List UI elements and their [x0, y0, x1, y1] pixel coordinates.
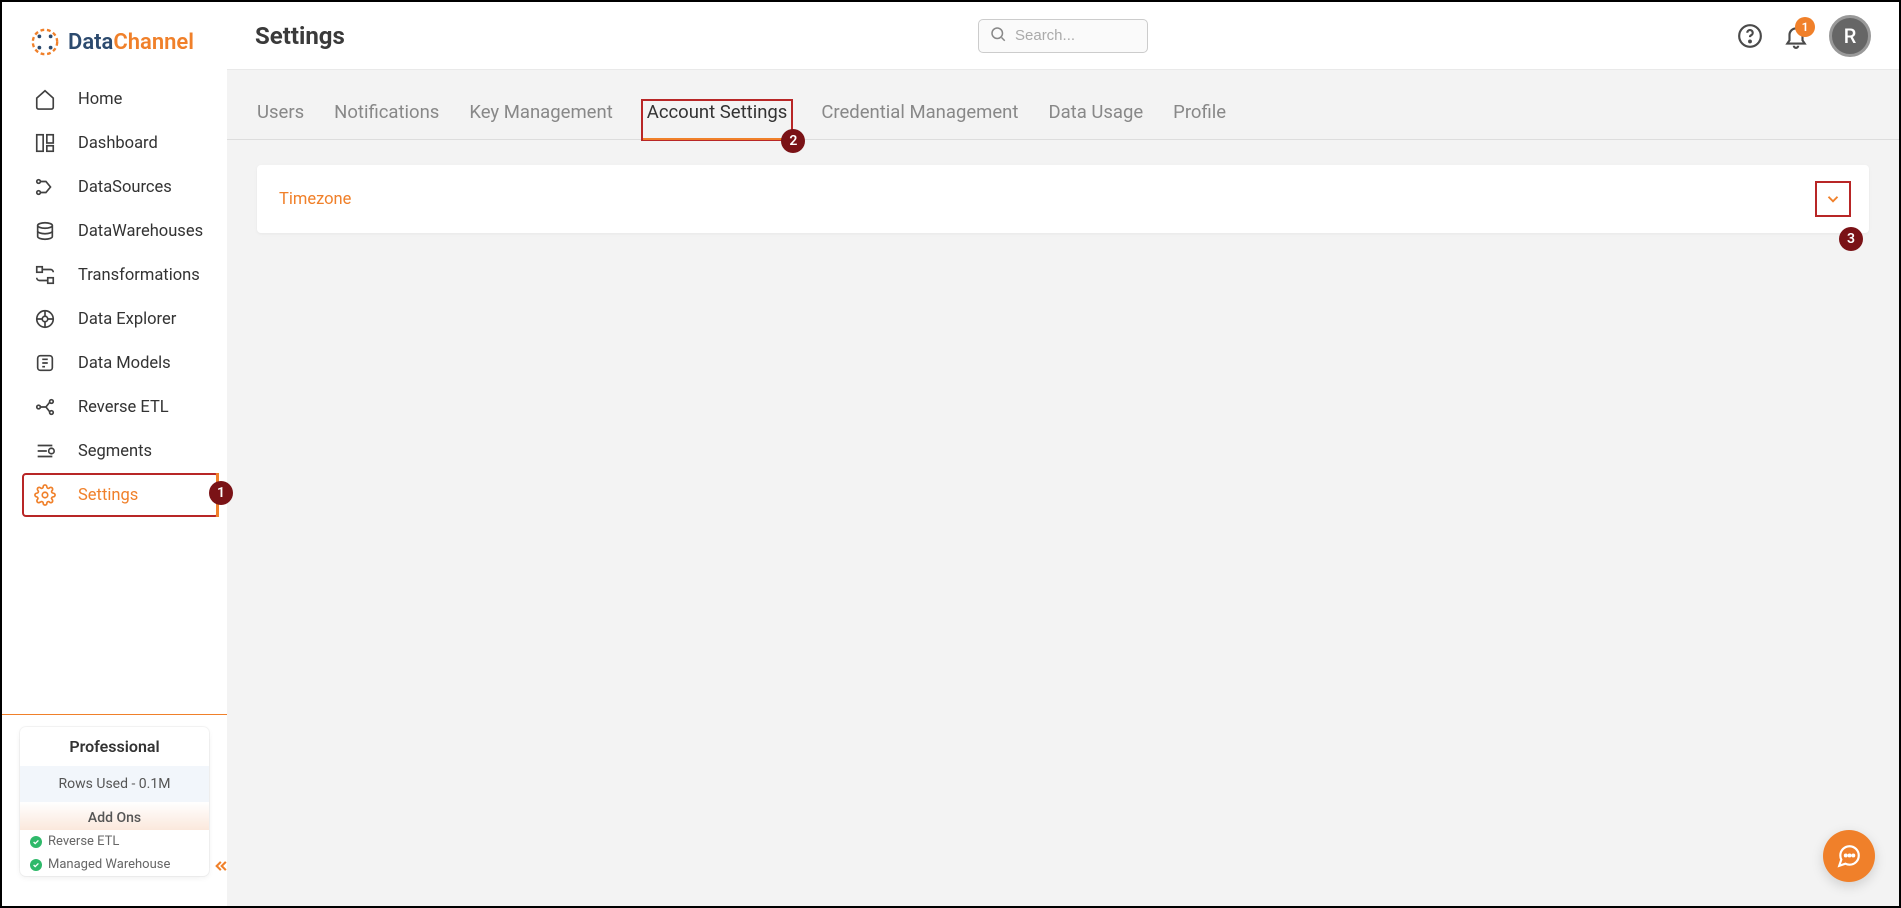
tab-key-management[interactable]: Key Management: [469, 101, 612, 139]
sidebar-item-label: DataWarehouses: [78, 222, 203, 241]
page-title: Settings: [255, 22, 345, 50]
plan-card: Professional Rows Used - 0.1M Add Ons Re…: [20, 727, 209, 876]
sidebar-item-label: Settings: [78, 486, 138, 505]
plan-addon-row: Reverse ETL: [20, 830, 209, 853]
accordion-title: Timezone: [279, 190, 351, 209]
tab-account-settings[interactable]: Account Settings 2: [643, 101, 792, 139]
search-wrap: [978, 19, 1148, 53]
check-icon: [30, 859, 42, 871]
plan-addon-row: Managed Warehouse: [20, 853, 209, 876]
sidebar: DataChannel Home Dashboard DataSources D…: [2, 2, 227, 906]
sidebar-item-label: Dashboard: [78, 134, 158, 153]
segments-icon: [34, 440, 56, 462]
bell-icon[interactable]: 1: [1783, 23, 1809, 49]
tab-label: Notifications: [334, 101, 439, 123]
transformations-icon: [34, 264, 56, 286]
callout-1: 1: [209, 481, 233, 505]
callout-3: 3: [1839, 227, 1863, 251]
reverse-etl-icon: [34, 396, 56, 418]
brand-logo-text: DataChannel: [68, 30, 194, 55]
addon-label: Reverse ETL: [48, 834, 119, 849]
brand-logo-icon: [30, 27, 60, 57]
sidebar-item-transformations[interactable]: Transformations: [2, 253, 227, 297]
search-input[interactable]: [1015, 27, 1137, 44]
sidebar-item-label: Reverse ETL: [78, 398, 169, 417]
sidebar-item-label: Transformations: [78, 266, 200, 285]
data-explorer-icon: [34, 308, 56, 330]
sidebar-item-label: Data Explorer: [78, 310, 176, 329]
timezone-accordion[interactable]: Timezone 3: [257, 165, 1869, 233]
help-icon[interactable]: [1737, 23, 1763, 49]
tab-profile[interactable]: Profile: [1173, 101, 1226, 139]
search-icon: [989, 25, 1007, 47]
sidebar-item-home[interactable]: Home: [2, 77, 227, 121]
datasources-icon: [34, 176, 56, 198]
panel-wrap: Timezone 3: [227, 140, 1899, 258]
tab-data-usage[interactable]: Data Usage: [1048, 101, 1143, 139]
sidebar-item-label: DataSources: [78, 178, 172, 197]
sidebar-nav: Home Dashboard DataSources DataWarehouse…: [2, 77, 227, 517]
settings-tabs: Users Notifications Key Management Accou…: [227, 69, 1899, 140]
sidebar-item-label: Segments: [78, 442, 152, 461]
search-box[interactable]: [978, 19, 1148, 53]
topbar-right: 1 R: [1737, 15, 1871, 57]
dashboard-icon: [34, 132, 56, 154]
data-models-icon: [34, 352, 56, 374]
accordion-expand-toggle[interactable]: [1819, 185, 1847, 213]
sidebar-item-label: Data Models: [78, 354, 171, 373]
plan-rows-used: Rows Used - 0.1M: [20, 766, 209, 802]
tab-label: Key Management: [469, 101, 612, 123]
tab-label: Users: [257, 101, 304, 123]
home-icon: [34, 88, 56, 110]
tab-label: Account Settings: [647, 101, 788, 123]
tab-credential-management[interactable]: Credential Management: [821, 101, 1018, 139]
addon-label: Managed Warehouse: [48, 857, 170, 872]
tab-label: Data Usage: [1048, 101, 1143, 123]
tab-notifications[interactable]: Notifications: [334, 101, 439, 139]
plan-addons-title: Add Ons: [20, 802, 209, 830]
sidebar-item-settings[interactable]: Settings 1: [22, 473, 219, 517]
topbar: Settings 1 R: [227, 2, 1899, 69]
chat-fab[interactable]: [1823, 830, 1875, 882]
notification-badge: 1: [1795, 17, 1815, 37]
sidebar-item-datasources[interactable]: DataSources: [2, 165, 227, 209]
sidebar-item-label: Home: [78, 90, 122, 109]
sidebar-plan-section: Professional Rows Used - 0.1M Add Ons Re…: [2, 714, 227, 906]
avatar[interactable]: R: [1829, 15, 1871, 57]
brand-logo[interactable]: DataChannel: [2, 2, 227, 77]
sidebar-item-datawarehouses[interactable]: DataWarehouses: [2, 209, 227, 253]
sidebar-item-data-models[interactable]: Data Models: [2, 341, 227, 385]
tab-label: Profile: [1173, 101, 1226, 123]
datawarehouses-icon: [34, 220, 56, 242]
tab-users[interactable]: Users: [257, 101, 304, 139]
main-area: Settings 1 R Users Not: [227, 2, 1899, 906]
sidebar-item-segments[interactable]: Segments: [2, 429, 227, 473]
gear-icon: [34, 484, 56, 506]
tab-label: Credential Management: [821, 101, 1018, 123]
plan-title: Professional: [20, 727, 209, 766]
sidebar-item-data-explorer[interactable]: Data Explorer: [2, 297, 227, 341]
content-area: Users Notifications Key Management Accou…: [227, 69, 1899, 906]
sidebar-item-reverse-etl[interactable]: Reverse ETL: [2, 385, 227, 429]
sidebar-item-dashboard[interactable]: Dashboard: [2, 121, 227, 165]
check-icon: [30, 836, 42, 848]
